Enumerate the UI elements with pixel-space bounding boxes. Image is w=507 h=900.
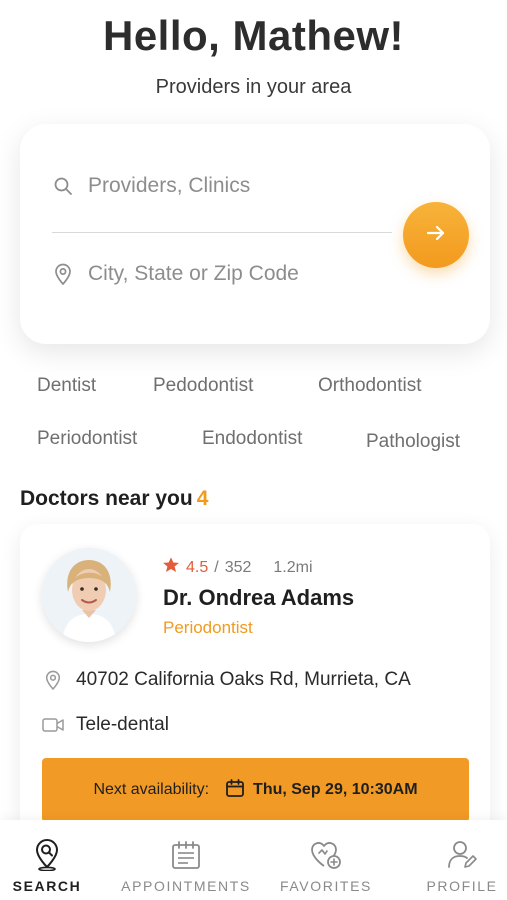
provider-search-row [52,174,392,198]
doctor-address-row: 40702 California Oaks Rd, Murrieta, CA [42,669,411,691]
specialty-chip-dentist[interactable]: Dentist [37,375,96,397]
doctor-rating: 4.5 [186,558,209,576]
doctor-visit-type-row: Tele-dental [42,714,169,736]
provider-search-input[interactable] [88,174,388,198]
tab-profile-label: PROFILE [426,878,498,894]
doctor-avatar [42,548,136,642]
doctor-distance: 1.2mi [273,558,313,576]
calendar-notes-icon [170,838,202,872]
tab-favorites[interactable]: FAVORITES [272,820,380,900]
heart-plus-icon [309,838,343,872]
location-search-row [52,262,392,286]
doctor-specialty: Periodontist [163,618,253,637]
tab-search[interactable]: SEARCH [8,820,86,900]
tab-appointments[interactable]: APPOINTMENTS [112,820,260,900]
search-icon [52,175,74,197]
doctors-section-label: Doctors near you [20,487,193,510]
doctor-review-count: 352 [224,558,252,576]
specialty-chip-endodontist[interactable]: Endodontist [202,428,302,450]
doctor-card[interactable]: 4.5 / 352 1.2mi Dr. Ondrea Adams Periodo… [20,524,490,854]
doctors-section-title: Doctors near you 4 [20,487,208,511]
availability-label: Next availability: [93,781,210,798]
greeting-title: Hello, Mathew! [102,12,405,59]
tab-profile[interactable]: PROFILE [420,820,504,900]
greeting-subtitle: Providers in your area [155,76,352,98]
tab-favorites-label: FAVORITES [280,878,372,894]
calendar-icon [225,778,245,803]
tab-search-label: SEARCH [12,878,82,894]
search-divider [52,232,392,233]
location-pin-icon [52,263,74,285]
doctor-address: 40702 California Oaks Rd, Murrieta, CA [76,669,411,690]
specialty-chip-periodontist[interactable]: Periodontist [37,428,137,450]
doctor-visit-type: Tele-dental [76,714,169,735]
video-camera-icon [42,714,64,736]
specialty-chip-pathologist[interactable]: Pathologist [366,431,460,453]
tab-appointments-label: APPOINTMENTS [121,878,251,894]
rating-separator: / [214,558,219,576]
doctors-count: 4 [196,487,209,510]
arrow-right-icon [423,220,449,251]
specialty-chip-orthodontist[interactable]: Orthodontist [318,375,422,397]
search-submit-button[interactable] [403,202,469,268]
bottom-tab-bar: SEARCH APPOINTMENTS FAVORITES PROFILE [0,820,507,900]
doctor-name: Dr. Ondrea Adams [163,585,355,610]
star-icon [162,556,180,579]
user-edit-icon [446,838,478,872]
location-search-input[interactable] [88,262,388,286]
specialty-chip-pedodontist[interactable]: Pedodontist [153,375,253,397]
doctor-meta: 4.5 / 352 1.2mi [162,556,313,579]
location-pin-icon [42,669,64,691]
availability-time: Thu, Sep 29, 10:30AM [253,781,418,798]
next-availability-button[interactable]: Next availability: Thu, Sep 29, 10:30AM [42,758,469,822]
search-card [20,124,490,344]
search-location-icon [32,838,62,872]
